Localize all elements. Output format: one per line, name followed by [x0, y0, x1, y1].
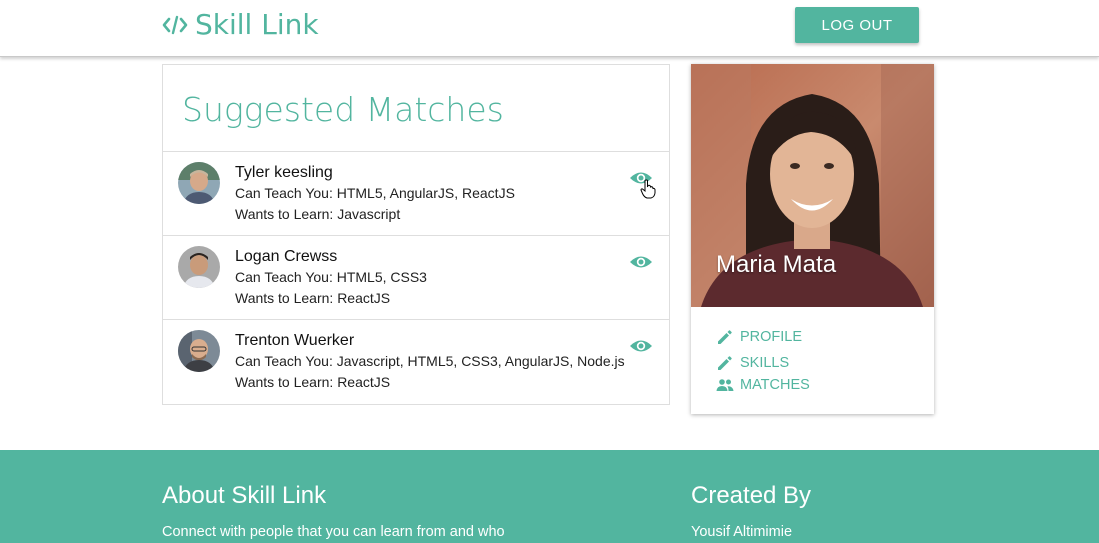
match-row: Trenton Wuerker Can Teach You: Javascrip…	[163, 320, 669, 404]
people-icon	[716, 379, 734, 391]
profile-link-label: PROFILE	[740, 329, 803, 345]
avatar	[178, 246, 220, 288]
matches-title: Suggested Matches	[163, 65, 669, 152]
code-icon	[162, 15, 188, 34]
footer-created-title: Created By	[691, 482, 812, 509]
match-info: Logan Crewss Can Teach You: HTML5, CSS3 …	[235, 246, 427, 309]
logout-button[interactable]: LOG OUT	[795, 7, 919, 43]
eye-icon[interactable]	[629, 338, 653, 354]
profile-name: Maria Mata	[716, 251, 837, 278]
match-wants-learn: Wants to Learn: ReactJS	[235, 290, 391, 306]
match-info: Trenton Wuerker Can Teach You: Javascrip…	[235, 330, 625, 393]
pencil-icon	[718, 330, 732, 344]
profile-link[interactable]: PROFILE	[716, 326, 810, 348]
footer-about-text: Connect with people that you can learn f…	[162, 524, 505, 540]
match-name: Logan Crewss	[235, 248, 338, 265]
match-row: Tyler keesling Can Teach You: HTML5, Ang…	[163, 152, 669, 236]
avatar	[178, 330, 220, 372]
match-wants-learn: Wants to Learn: Javascript	[235, 206, 401, 222]
match-row: Logan Crewss Can Teach You: HTML5, CSS3 …	[163, 236, 669, 320]
hand-cursor-icon	[640, 179, 656, 199]
match-can-teach: Can Teach You: HTML5, CSS3	[235, 269, 427, 285]
suggested-matches-card: Suggested Matches Tyler keesling Can Tea…	[162, 64, 670, 405]
pencil-icon	[718, 356, 732, 370]
match-can-teach: Can Teach You: HTML5, AngularJS, ReactJS	[235, 185, 515, 201]
footer-about-title: About Skill Link	[162, 482, 327, 509]
brand-logo[interactable]: Skill Link	[162, 8, 319, 41]
footer: About Skill Link Connect with people tha…	[0, 450, 1099, 543]
match-name: Tyler keesling	[235, 164, 333, 181]
brand-name: Skill Link	[195, 8, 319, 41]
match-name: Trenton Wuerker	[235, 332, 355, 349]
matches-link[interactable]: MATCHES	[716, 374, 810, 396]
navbar: Skill Link LOG OUT	[0, 0, 1099, 57]
match-info: Tyler keesling Can Teach You: HTML5, Ang…	[235, 162, 515, 225]
footer-created-text: Yousif Altimimie	[691, 524, 793, 540]
footer-about: About Skill Link Connect with people tha…	[162, 482, 505, 540]
eye-icon[interactable]	[629, 254, 653, 270]
footer-created: Created By Yousif Altimimie	[691, 482, 811, 540]
profile-card: Maria Mata PROFILE SKILLS MATCHES	[691, 64, 934, 414]
skills-link-label: SKILLS	[740, 355, 790, 371]
match-wants-learn: Wants to Learn: ReactJS	[235, 374, 391, 390]
avatar	[178, 162, 220, 204]
profile-nav: PROFILE SKILLS MATCHES	[716, 326, 810, 396]
match-can-teach: Can Teach You: Javascript, HTML5, CSS3, …	[235, 353, 625, 369]
skills-link[interactable]: SKILLS	[716, 352, 810, 374]
matches-link-label: MATCHES	[740, 377, 810, 393]
